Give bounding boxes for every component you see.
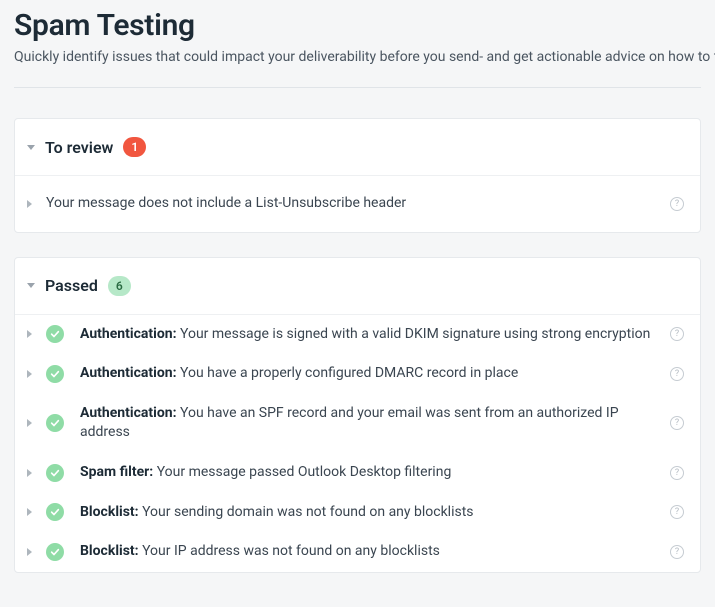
caret-down-icon (27, 145, 35, 150)
review-panel-title: To review (45, 138, 113, 157)
passed-item[interactable]: Blocklist: Your sending domain was not f… (15, 493, 700, 533)
caret-down-icon (27, 283, 35, 288)
passed-item-body: Your message passed Outlook Desktop filt… (157, 464, 452, 480)
passed-item-label: Spam filter: (80, 464, 153, 480)
caret-right-icon (27, 200, 32, 208)
check-icon (46, 365, 64, 383)
passed-item-label: Authentication: (80, 365, 177, 381)
check-icon (46, 464, 64, 482)
passed-item-label: Authentication: (80, 405, 177, 421)
caret-right-icon (27, 469, 32, 477)
page-description: Quickly identify issues that could impac… (0, 49, 715, 87)
passed-item[interactable]: Authentication: Your message is signed w… (15, 315, 700, 355)
caret-right-icon (27, 370, 32, 378)
help-icon[interactable]: ? (670, 327, 684, 341)
passed-item-text: Spam filter: Your message passed Outlook… (80, 463, 662, 483)
caret-right-icon (27, 508, 32, 516)
passed-panel: Passed 6 Authentication: Your message is… (14, 257, 701, 573)
passed-item-body: Your IP address was not found on any blo… (142, 543, 440, 559)
help-icon[interactable]: ? (670, 197, 684, 211)
help-icon[interactable]: ? (670, 367, 684, 381)
check-icon (46, 503, 64, 521)
passed-item-text: Authentication: You have a properly conf… (80, 364, 662, 384)
review-list: Your message does not include a List-Uns… (15, 176, 700, 232)
passed-item-text: Blocklist: Your sending domain was not f… (80, 503, 662, 523)
page-title: Spam Testing (0, 0, 715, 49)
passed-item[interactable]: Spam filter: Your message passed Outlook… (15, 453, 700, 493)
passed-panel-header[interactable]: Passed 6 (15, 258, 700, 315)
passed-item-text: Authentication: Your message is signed w… (80, 325, 662, 345)
help-icon[interactable]: ? (670, 505, 684, 519)
review-item[interactable]: Your message does not include a List-Uns… (15, 176, 700, 232)
passed-panel-title: Passed (45, 276, 98, 295)
passed-item[interactable]: Authentication: You have an SPF record a… (15, 394, 700, 453)
check-icon (46, 325, 64, 343)
help-icon[interactable]: ? (670, 545, 684, 559)
review-panel-header[interactable]: To review 1 (15, 119, 700, 176)
help-icon[interactable]: ? (670, 416, 684, 430)
passed-item[interactable]: Authentication: You have a properly conf… (15, 354, 700, 394)
check-icon (46, 414, 64, 432)
passed-item-text: Authentication: You have an SPF record a… (80, 404, 662, 443)
review-item-text: Your message does not include a List-Uns… (46, 194, 662, 214)
review-panel: To review 1 Your message does not includ… (14, 118, 701, 233)
caret-right-icon (27, 330, 32, 338)
passed-list: Authentication: Your message is signed w… (15, 315, 700, 572)
check-icon (46, 543, 64, 561)
passed-item-label: Blocklist: (80, 504, 139, 520)
passed-count-badge: 6 (108, 276, 131, 296)
passed-item-body: Your message is signed with a valid DKIM… (180, 326, 650, 342)
caret-right-icon (27, 419, 32, 427)
review-count-badge: 1 (123, 137, 146, 157)
passed-item-body: You have a properly configured DMARC rec… (180, 365, 518, 381)
caret-right-icon (27, 548, 32, 556)
passed-item-text: Blocklist: Your IP address was not found… (80, 542, 662, 562)
help-icon[interactable]: ? (670, 466, 684, 480)
passed-item-label: Blocklist: (80, 543, 139, 559)
passed-item-body: Your sending domain was not found on any… (142, 504, 473, 520)
passed-item[interactable]: Blocklist: Your IP address was not found… (15, 532, 700, 572)
divider (14, 87, 701, 88)
passed-item-label: Authentication: (80, 326, 177, 342)
